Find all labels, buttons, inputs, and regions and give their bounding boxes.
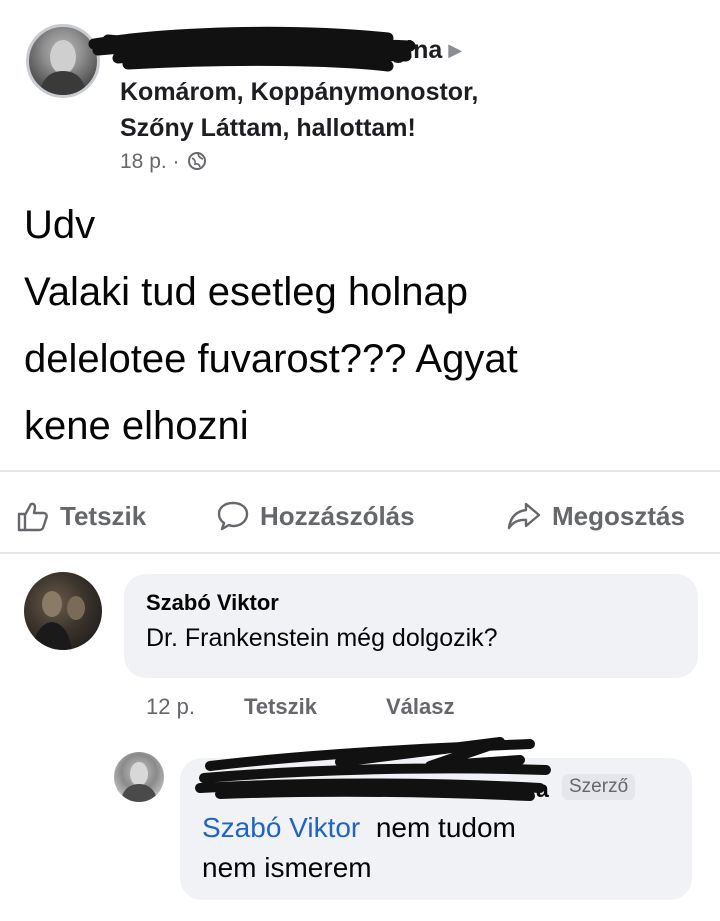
person-silhouette-icon	[120, 762, 158, 802]
comment-bubble-icon	[217, 501, 249, 531]
share-arrow-icon	[507, 502, 541, 530]
comment-like-button[interactable]: Tetszik	[244, 694, 317, 720]
post-author-name[interactable]: eorgina ▶	[120, 36, 462, 65]
comment-time[interactable]: 12 p.	[146, 694, 195, 720]
thumbs-up-icon	[17, 502, 48, 532]
group-name-line2[interactable]: Szőny Láttam, hallottam!	[120, 114, 416, 143]
reply-author[interactable]: a	[202, 776, 549, 803]
comment-text: Dr. Frankenstein még dolgozik?	[146, 624, 498, 652]
group-name-line1[interactable]: Komárom, Koppánymonostor,	[120, 78, 478, 107]
comment-button[interactable]: Hozzászólás	[216, 500, 415, 532]
post-text-line: delelotee fuvarost??? Agyat	[24, 337, 518, 381]
divider	[0, 552, 720, 554]
post-meta: 18 p. ·	[120, 150, 207, 174]
post-time[interactable]: 18 p. ·	[120, 150, 180, 173]
comment-reply-button[interactable]: Válasz	[386, 694, 455, 720]
comment-author[interactable]: Szabó Viktor	[146, 590, 279, 616]
reply-text-line2: nem ismerem	[202, 852, 372, 883]
post-text-line: Valaki tud esetleg holnap	[24, 270, 469, 314]
mention-link[interactable]: Szabó Viktor	[202, 812, 360, 843]
post-author-avatar[interactable]	[26, 24, 100, 98]
divider	[0, 470, 720, 472]
person-silhouette-icon	[32, 591, 85, 650]
globe-icon	[188, 152, 207, 170]
like-button[interactable]: Tetszik	[16, 500, 146, 532]
post-text-line: kene elhozni	[24, 404, 249, 448]
author-badge: Szerző	[562, 774, 636, 800]
share-button[interactable]: Megosztás	[506, 500, 685, 532]
person-silhouette-icon	[39, 40, 87, 95]
reply-author-avatar[interactable]	[114, 752, 164, 802]
post-text-line: Udv	[24, 203, 96, 247]
reply-text-line1: Szabó Viktor nem tudom	[202, 812, 516, 843]
commenter-avatar[interactable]	[24, 572, 102, 650]
arrow-right-icon: ▶	[448, 40, 463, 60]
